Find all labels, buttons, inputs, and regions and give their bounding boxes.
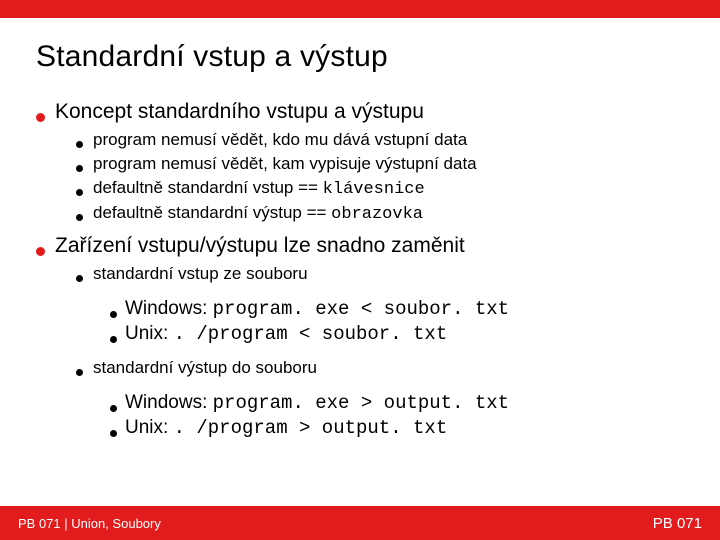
list-item: program nemusí vědět, kam vypisuje výstu… bbox=[76, 154, 684, 174]
item-text: standardní výstup do souboru bbox=[93, 358, 317, 378]
bullet-dot-icon bbox=[110, 311, 117, 318]
item-text: program nemusí vědět, kdo mu dává vstupn… bbox=[93, 130, 467, 150]
item-text: standardní vstup ze souboru bbox=[93, 264, 308, 284]
bullet-list-level3: Windows: program. exe < soubor. txt Unix… bbox=[110, 298, 684, 348]
item-text: Windows: program. exe < soubor. txt bbox=[125, 298, 509, 320]
section-heading: Zařízení vstupu/výstupu lze snadno zaměn… bbox=[55, 234, 465, 258]
command-code: program. exe < soubor. txt bbox=[213, 298, 509, 320]
list-item: defaultně standardní výstup == obrazovka bbox=[76, 203, 684, 224]
bullet-dot-icon bbox=[76, 369, 83, 376]
slide: Standardní vstup a výstup Koncept standa… bbox=[0, 0, 720, 540]
bullet-list-level2: program nemusí vědět, kdo mu dává vstupn… bbox=[76, 130, 684, 224]
bullet-dot-icon bbox=[76, 214, 83, 221]
item-text: program nemusí vědět, kam vypisuje výstu… bbox=[93, 154, 477, 174]
item-text: Unix: . /program > output. txt bbox=[125, 417, 447, 439]
item-text: defaultně standardní vstup == klávesnice bbox=[93, 178, 425, 199]
os-label: Unix: bbox=[125, 417, 174, 438]
footer-left-text: PB 071 | Union, Soubory bbox=[18, 516, 161, 531]
item-text: defaultně standardní výstup == obrazovka bbox=[93, 203, 423, 224]
command-code: . /program > output. txt bbox=[174, 417, 448, 439]
footer-right-text: PB 071 bbox=[653, 515, 702, 532]
footer-bar: PB 071 | Union, Soubory PB 071 bbox=[0, 506, 720, 540]
bullet-dot-icon bbox=[76, 141, 83, 148]
os-label: Windows: bbox=[125, 298, 213, 319]
item-code: obrazovka bbox=[331, 205, 423, 224]
list-item: defaultně standardní vstup == klávesnice bbox=[76, 178, 684, 199]
bullet-dot-icon bbox=[76, 165, 83, 172]
bullet-dot-icon bbox=[110, 336, 117, 343]
section-1: Koncept standardního vstupu a výstupu pr… bbox=[36, 100, 684, 224]
bullet-list-level1: Koncept standardního vstupu a výstupu pr… bbox=[36, 100, 684, 448]
item-text-pre: defaultně standardní vstup == bbox=[93, 178, 323, 197]
item-text: Windows: program. exe > output. txt bbox=[125, 392, 509, 414]
list-item: Windows: program. exe > output. txt bbox=[110, 392, 684, 414]
bullet-dot-icon bbox=[110, 405, 117, 412]
item-text-pre: defaultně standardní výstup == bbox=[93, 203, 331, 222]
bullet-list-level3: Windows: program. exe > output. txt Unix… bbox=[110, 392, 684, 442]
bullet-dot-icon bbox=[76, 275, 83, 282]
bullet-list-level2: standardní vstup ze souboru Windows: pro… bbox=[76, 264, 684, 448]
list-item: program nemusí vědět, kdo mu dává vstupn… bbox=[76, 130, 684, 150]
list-item: Unix: . /program < soubor. txt bbox=[110, 323, 684, 345]
top-accent-bar bbox=[0, 0, 720, 18]
slide-title: Standardní vstup a výstup bbox=[36, 40, 388, 74]
item-text: Unix: . /program < soubor. txt bbox=[125, 323, 447, 345]
slide-content: Koncept standardního vstupu a výstupu pr… bbox=[36, 100, 684, 458]
bullet-disc-icon bbox=[36, 247, 45, 256]
section-2: Zařízení vstupu/výstupu lze snadno zaměn… bbox=[36, 234, 684, 448]
item-code: klávesnice bbox=[323, 180, 425, 199]
command-code: . /program < soubor. txt bbox=[174, 323, 448, 345]
command-code: program. exe > output. txt bbox=[213, 392, 509, 414]
bullet-disc-icon bbox=[36, 113, 45, 122]
section-heading: Koncept standardního vstupu a výstupu bbox=[55, 100, 424, 124]
bullet-dot-icon bbox=[76, 189, 83, 196]
list-item: Unix: . /program > output. txt bbox=[110, 417, 684, 439]
os-label: Windows: bbox=[125, 392, 213, 413]
list-item: Windows: program. exe < soubor. txt bbox=[110, 298, 684, 320]
list-item: standardní vstup ze souboru Windows: pro… bbox=[76, 264, 684, 354]
list-item: standardní výstup do souboru Windows: pr… bbox=[76, 358, 684, 448]
bullet-dot-icon bbox=[110, 430, 117, 437]
os-label: Unix: bbox=[125, 323, 174, 344]
